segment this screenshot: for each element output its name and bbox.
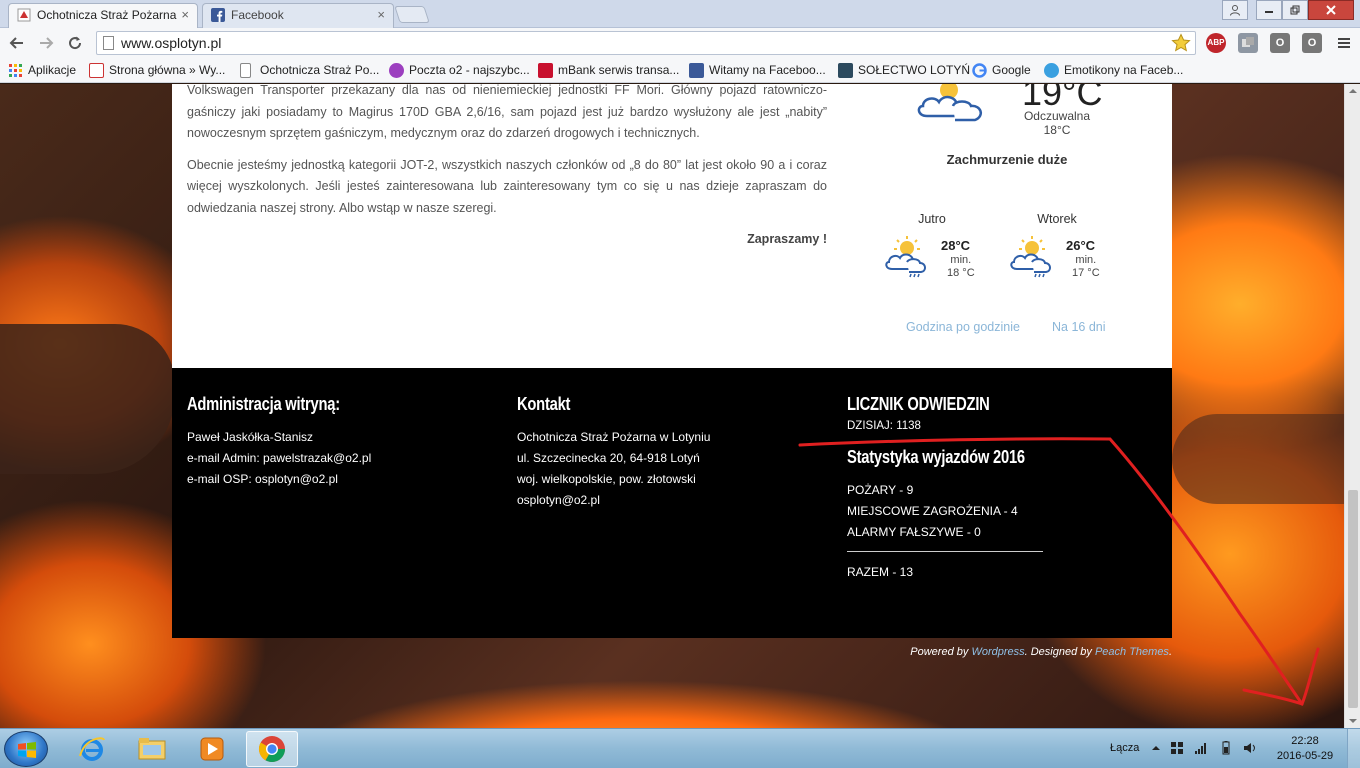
system-clock[interactable]: 22:28 2016-05-29 [1270, 734, 1340, 764]
windows-taskbar: Łącza 22:28 2016-05-29 [0, 728, 1360, 768]
bookmark-label: mBank serwis transa... [558, 63, 680, 77]
folder-icon [138, 738, 166, 760]
extension-icon[interactable] [1238, 33, 1258, 53]
address-bar[interactable]: www.osplotyn.pl [96, 31, 1196, 55]
browser-toolbar: www.osplotyn.pl ABP O O [0, 28, 1360, 58]
new-tab-button[interactable] [394, 6, 430, 23]
osp-favicon-icon [17, 8, 31, 22]
scroll-thumb[interactable] [1348, 490, 1358, 708]
extension-o-icon[interactable]: O [1270, 33, 1290, 53]
action-center-flag-icon[interactable] [1170, 741, 1184, 755]
taskbar-explorer[interactable] [126, 731, 178, 767]
bookmark-label: Witamy na Faceboo... [709, 63, 826, 77]
volume-icon[interactable] [1243, 741, 1257, 755]
page-icon [240, 63, 251, 78]
bookmark-label: Aplikacje [28, 63, 77, 77]
bookmark-label: Strona główna » Wy... [109, 63, 226, 77]
tab-title: Ochotnicza Straż Pożarna [37, 8, 177, 22]
tab-osp[interactable]: Ochotnicza Straż Pożarna × [8, 3, 198, 28]
url-text: www.osplotyn.pl [121, 35, 222, 51]
bookmark-google[interactable]: Google [972, 62, 1031, 79]
site-icon [89, 63, 104, 78]
toolbar-links-label[interactable]: Łącza [1110, 742, 1139, 754]
bookmark-solectwo[interactable]: SOŁECTWO LOTYŃ [838, 62, 970, 79]
clock-date: 2016-05-29 [1276, 750, 1334, 762]
tab-title: Facebook [231, 8, 284, 22]
page-icon [103, 36, 114, 50]
bookmark-poczta-o2[interactable]: Poczta o2 - najszybc... [389, 62, 530, 79]
tab-strip: Ochotnicza Straż Pożarna × Facebook × [0, 0, 1360, 28]
adblock-plus-icon[interactable]: ABP [1206, 33, 1226, 53]
close-tab-icon[interactable]: × [181, 4, 189, 26]
bookmark-label: Emotikony na Faceb... [1064, 63, 1184, 77]
bookmark-mbank[interactable]: mBank serwis transa... [538, 62, 679, 79]
google-icon [972, 63, 987, 78]
minimize-icon[interactable] [1256, 0, 1282, 20]
restore-icon[interactable] [1282, 0, 1308, 20]
chrome-menu-icon[interactable] [1334, 33, 1354, 53]
taskbar-chrome[interactable] [246, 731, 298, 767]
clock-time: 22:28 [1291, 735, 1319, 747]
mbank-icon [538, 63, 553, 78]
internet-explorer-icon [79, 737, 105, 761]
emoticon-icon [1044, 63, 1059, 78]
facebook-icon [211, 8, 225, 22]
extension-o-icon[interactable]: O [1302, 33, 1322, 53]
tab-facebook[interactable]: Facebook × [202, 3, 394, 28]
bookmark-label: Ochotnicza Straż Po... [260, 63, 380, 77]
page-viewport: Volkswagen Transporter przekazany dla na… [0, 84, 1344, 728]
facebook-icon [689, 63, 704, 78]
tray-expand-icon[interactable] [1149, 741, 1163, 755]
close-window-icon[interactable] [1308, 0, 1354, 20]
close-tab-icon[interactable]: × [377, 4, 385, 26]
forward-arrow-icon[interactable] [35, 32, 57, 54]
bookmark-osp[interactable]: Ochotnicza Straż Po... [240, 62, 379, 79]
chrome-icon [258, 736, 286, 763]
apps-grid-icon [9, 64, 22, 77]
start-button[interactable] [4, 731, 48, 767]
windows-logo-icon [18, 742, 36, 758]
show-desktop-button[interactable] [1347, 729, 1360, 768]
bookmark-apps[interactable]: Aplikacje [8, 62, 76, 79]
taskbar-media-player[interactable] [186, 731, 238, 767]
bookmark-star-icon[interactable] [1171, 33, 1191, 53]
back-arrow-icon[interactable] [6, 32, 28, 54]
media-player-icon [200, 737, 224, 761]
bookmark-label: Poczta o2 - najszybc... [409, 63, 530, 77]
scroll-up-icon[interactable] [1345, 84, 1360, 98]
user-profile-icon[interactable] [1222, 0, 1248, 20]
site-icon [838, 63, 853, 78]
scroll-down-icon[interactable] [1345, 714, 1360, 728]
o2-icon [389, 63, 404, 78]
reload-icon[interactable] [64, 32, 86, 54]
page-scrollbar[interactable] [1344, 84, 1360, 728]
bookmark-label: Google [992, 63, 1031, 77]
bookmark-label: SOŁECTWO LOTYŃ [858, 63, 971, 77]
battery-icon[interactable] [1219, 741, 1233, 755]
bookmark-emotikony[interactable]: Emotikony na Faceb... [1044, 62, 1183, 79]
signal-icon[interactable] [1194, 741, 1208, 755]
taskbar-internet-explorer[interactable] [66, 731, 118, 767]
annotation-arrow [798, 437, 1320, 706]
bookmarks-bar: Aplikacje Strona główna » Wy... Ochotnic… [0, 58, 1360, 83]
bookmark-facebook[interactable]: Witamy na Faceboo... [689, 62, 826, 79]
bookmark-strona-glowna[interactable]: Strona główna » Wy... [89, 62, 225, 79]
